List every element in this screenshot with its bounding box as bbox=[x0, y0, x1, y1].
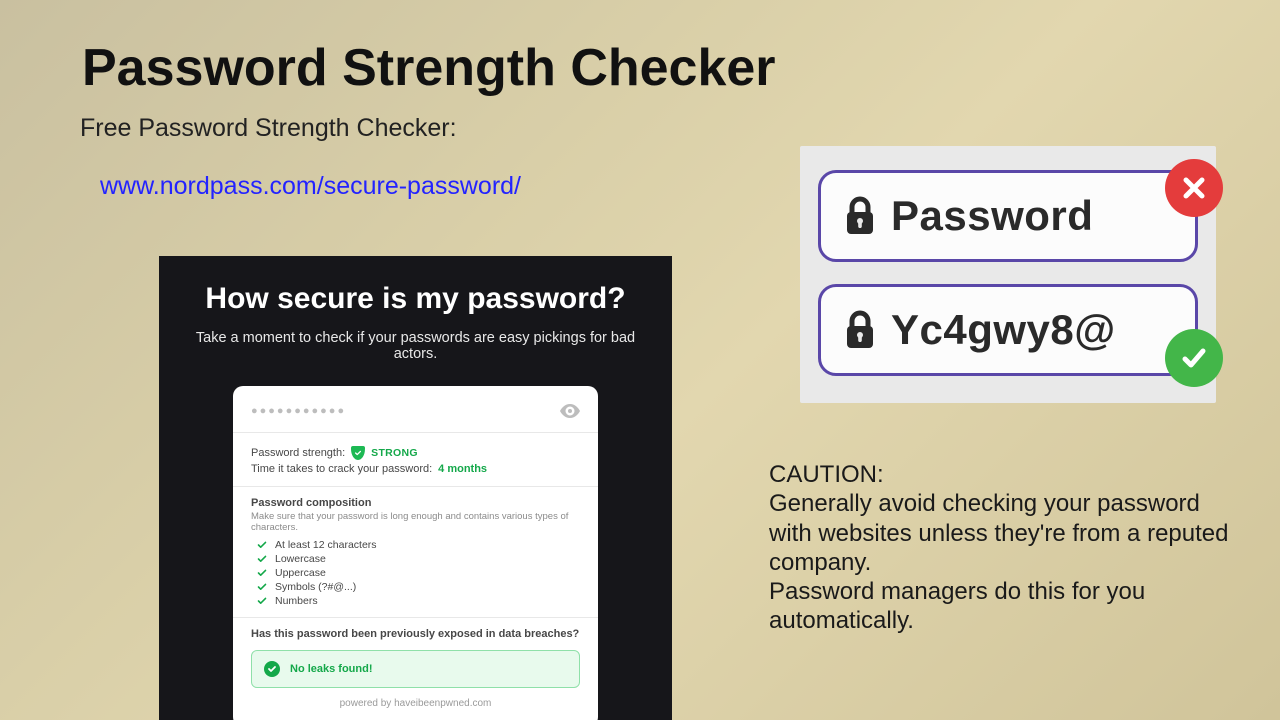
caution-heading: CAUTION: bbox=[769, 460, 1234, 489]
strength-value: STRONG bbox=[371, 447, 418, 459]
strength-label: Password strength: bbox=[251, 447, 345, 459]
check-icon bbox=[257, 568, 267, 578]
eye-icon[interactable] bbox=[560, 404, 580, 418]
card-subheading: Take a moment to check if your passwords… bbox=[187, 330, 644, 362]
strength-section: Password strength: STRONG Time it takes … bbox=[233, 432, 598, 486]
composition-section: Password composition Make sure that your… bbox=[233, 486, 598, 617]
checker-link[interactable]: www.nordpass.com/secure-password/ bbox=[100, 172, 521, 201]
bad-password-text: Password bbox=[891, 192, 1093, 240]
leak-result-box: No leaks found! bbox=[251, 650, 580, 688]
check-label: Symbols (?#@...) bbox=[275, 581, 356, 593]
shield-icon bbox=[351, 446, 365, 460]
bad-password-pill: Password bbox=[818, 170, 1198, 262]
check-icon bbox=[257, 582, 267, 592]
caution-block: CAUTION: Generally avoid checking your p… bbox=[769, 460, 1234, 636]
checker-panel: ●●●●●●●●●●● Password strength: STRONG Ti… bbox=[233, 386, 598, 720]
check-item: At least 12 characters bbox=[257, 539, 580, 551]
breach-section: Has this password been previously expose… bbox=[233, 617, 598, 717]
leak-result-text: No leaks found! bbox=[290, 663, 373, 675]
crack-time-label: Time it takes to crack your password: bbox=[251, 463, 432, 475]
cross-icon bbox=[1165, 159, 1223, 217]
check-icon bbox=[257, 554, 267, 564]
check-label: Lowercase bbox=[275, 553, 326, 565]
good-password-pill: Yc4gwy8@ bbox=[818, 284, 1198, 376]
composition-note: Make sure that your password is long eno… bbox=[251, 511, 580, 533]
check-label: At least 12 characters bbox=[275, 539, 377, 551]
caution-line-1: Generally avoid checking your password w… bbox=[769, 490, 1228, 576]
check-item: Symbols (?#@...) bbox=[257, 581, 580, 593]
check-item: Numbers bbox=[257, 595, 580, 607]
password-checker-card: How secure is my password? Take a moment… bbox=[159, 256, 672, 720]
lock-icon bbox=[843, 196, 877, 236]
password-example-graphic: Password Yc4gwy8@ bbox=[800, 146, 1216, 403]
check-label: Uppercase bbox=[275, 567, 326, 579]
good-password-text: Yc4gwy8@ bbox=[891, 306, 1116, 354]
page-title: Password Strength Checker bbox=[82, 38, 776, 98]
page-subtitle: Free Password Strength Checker: bbox=[80, 114, 457, 143]
caution-line-2: Password managers do this for you automa… bbox=[769, 578, 1145, 634]
check-label: Numbers bbox=[275, 595, 318, 607]
password-mask: ●●●●●●●●●●● bbox=[251, 405, 346, 417]
crack-time-value: 4 months bbox=[438, 463, 487, 475]
composition-heading: Password composition bbox=[251, 497, 580, 509]
card-heading: How secure is my password? bbox=[187, 282, 644, 316]
check-item: Uppercase bbox=[257, 567, 580, 579]
password-input-row: ●●●●●●●●●●● bbox=[233, 386, 598, 432]
check-icon bbox=[257, 596, 267, 606]
checkmark-icon bbox=[1165, 329, 1223, 387]
lock-icon bbox=[843, 310, 877, 350]
breach-question: Has this password been previously expose… bbox=[251, 628, 580, 640]
check-item: Lowercase bbox=[257, 553, 580, 565]
success-icon bbox=[264, 661, 280, 677]
check-icon bbox=[257, 540, 267, 550]
powered-by: powered by haveibeenpwned.com bbox=[251, 698, 580, 709]
